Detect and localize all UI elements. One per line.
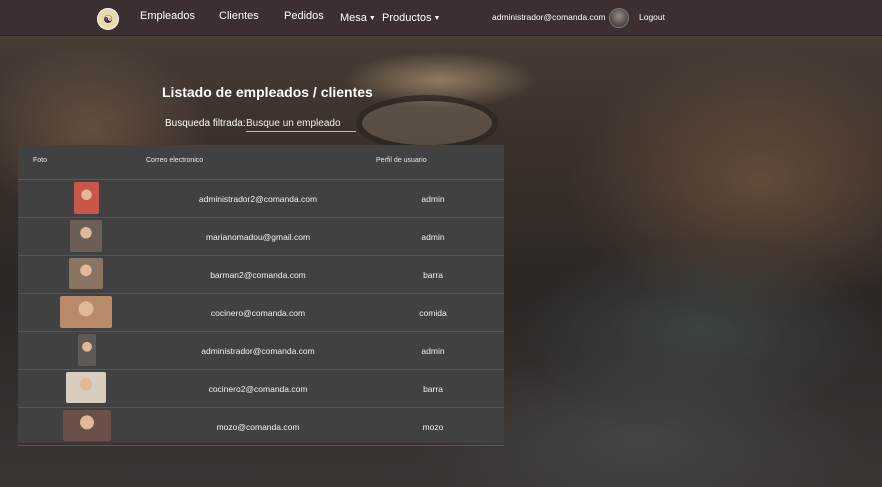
header-email: Correo electronico xyxy=(146,157,204,164)
table-row: administrador2@comanda.com admin xyxy=(18,180,504,218)
employee-email: marianomadou@gmail.com xyxy=(205,231,311,242)
employee-photo xyxy=(60,296,112,328)
logout-link[interactable]: Logout xyxy=(639,12,665,22)
table-row: administrador@comanda.com admin xyxy=(18,332,504,370)
table-row: barman2@comanda.com barra xyxy=(18,256,504,294)
nav-productos-dropdown[interactable]: Productos ▼ xyxy=(382,12,440,24)
employee-photo xyxy=(78,334,96,366)
table-row: cocinero@comanda.com comida xyxy=(18,294,504,332)
employees-table: Foto Correo electronico Perfil de usuari… xyxy=(18,145,504,446)
caret-down-icon: ▼ xyxy=(433,14,441,22)
nav-mesa-dropdown[interactable]: Mesa ▼ xyxy=(340,12,376,24)
employee-email: cocinero2@comanda.com xyxy=(208,383,308,394)
table-row: cocinero2@comanda.com barra xyxy=(18,370,504,408)
employee-photo xyxy=(63,410,111,441)
employee-perfil: admin xyxy=(421,231,445,242)
search-input[interactable] xyxy=(246,115,356,132)
employee-photo xyxy=(66,372,106,403)
table-header: Foto Correo electronico Perfil de usuari… xyxy=(18,145,504,180)
search-label: Busqueda filtrada: xyxy=(165,118,246,129)
employee-perfil: barra xyxy=(423,269,443,280)
employee-email: barman2@comanda.com xyxy=(210,269,306,280)
employee-email: administrador@comanda.com xyxy=(201,345,315,356)
utensils-icon[interactable]: ☯ xyxy=(97,8,119,30)
employee-email: mozo@comanda.com xyxy=(216,421,300,432)
table-row: marianomadou@gmail.com admin xyxy=(18,218,504,256)
background-lamp xyxy=(356,95,498,151)
employee-email: cocinero@comanda.com xyxy=(210,307,306,318)
table-row: mozo@comanda.com mozo xyxy=(18,408,504,446)
header-perfil: Perfil de usuario xyxy=(376,157,427,164)
nav-mesa-label: Mesa xyxy=(340,12,367,24)
employee-photo xyxy=(69,258,103,289)
user-email: administrador@comanda.com xyxy=(492,12,606,22)
page-title: Listado de empleados / clientes xyxy=(162,84,373,100)
employee-perfil: mozo xyxy=(422,421,444,432)
avatar[interactable] xyxy=(609,8,629,28)
employee-photo xyxy=(74,182,99,214)
caret-down-icon: ▼ xyxy=(368,14,376,22)
nav-productos-label: Productos xyxy=(382,12,432,24)
employee-perfil: admin xyxy=(421,345,445,356)
employee-perfil: admin xyxy=(421,193,445,204)
header-foto: Foto xyxy=(33,157,48,164)
employee-email: administrador2@comanda.com xyxy=(198,193,318,204)
nav-empleados[interactable]: Empleados xyxy=(140,10,195,22)
nav-pedidos[interactable]: Pedidos xyxy=(284,10,324,22)
employee-photo xyxy=(70,220,102,252)
employee-perfil: comida xyxy=(419,307,447,318)
employee-perfil: barra xyxy=(423,383,443,394)
nav-clientes[interactable]: Clientes xyxy=(219,10,259,22)
navbar: ☯ Empleados Clientes Pedidos Mesa ▼ Produ… xyxy=(0,0,882,36)
